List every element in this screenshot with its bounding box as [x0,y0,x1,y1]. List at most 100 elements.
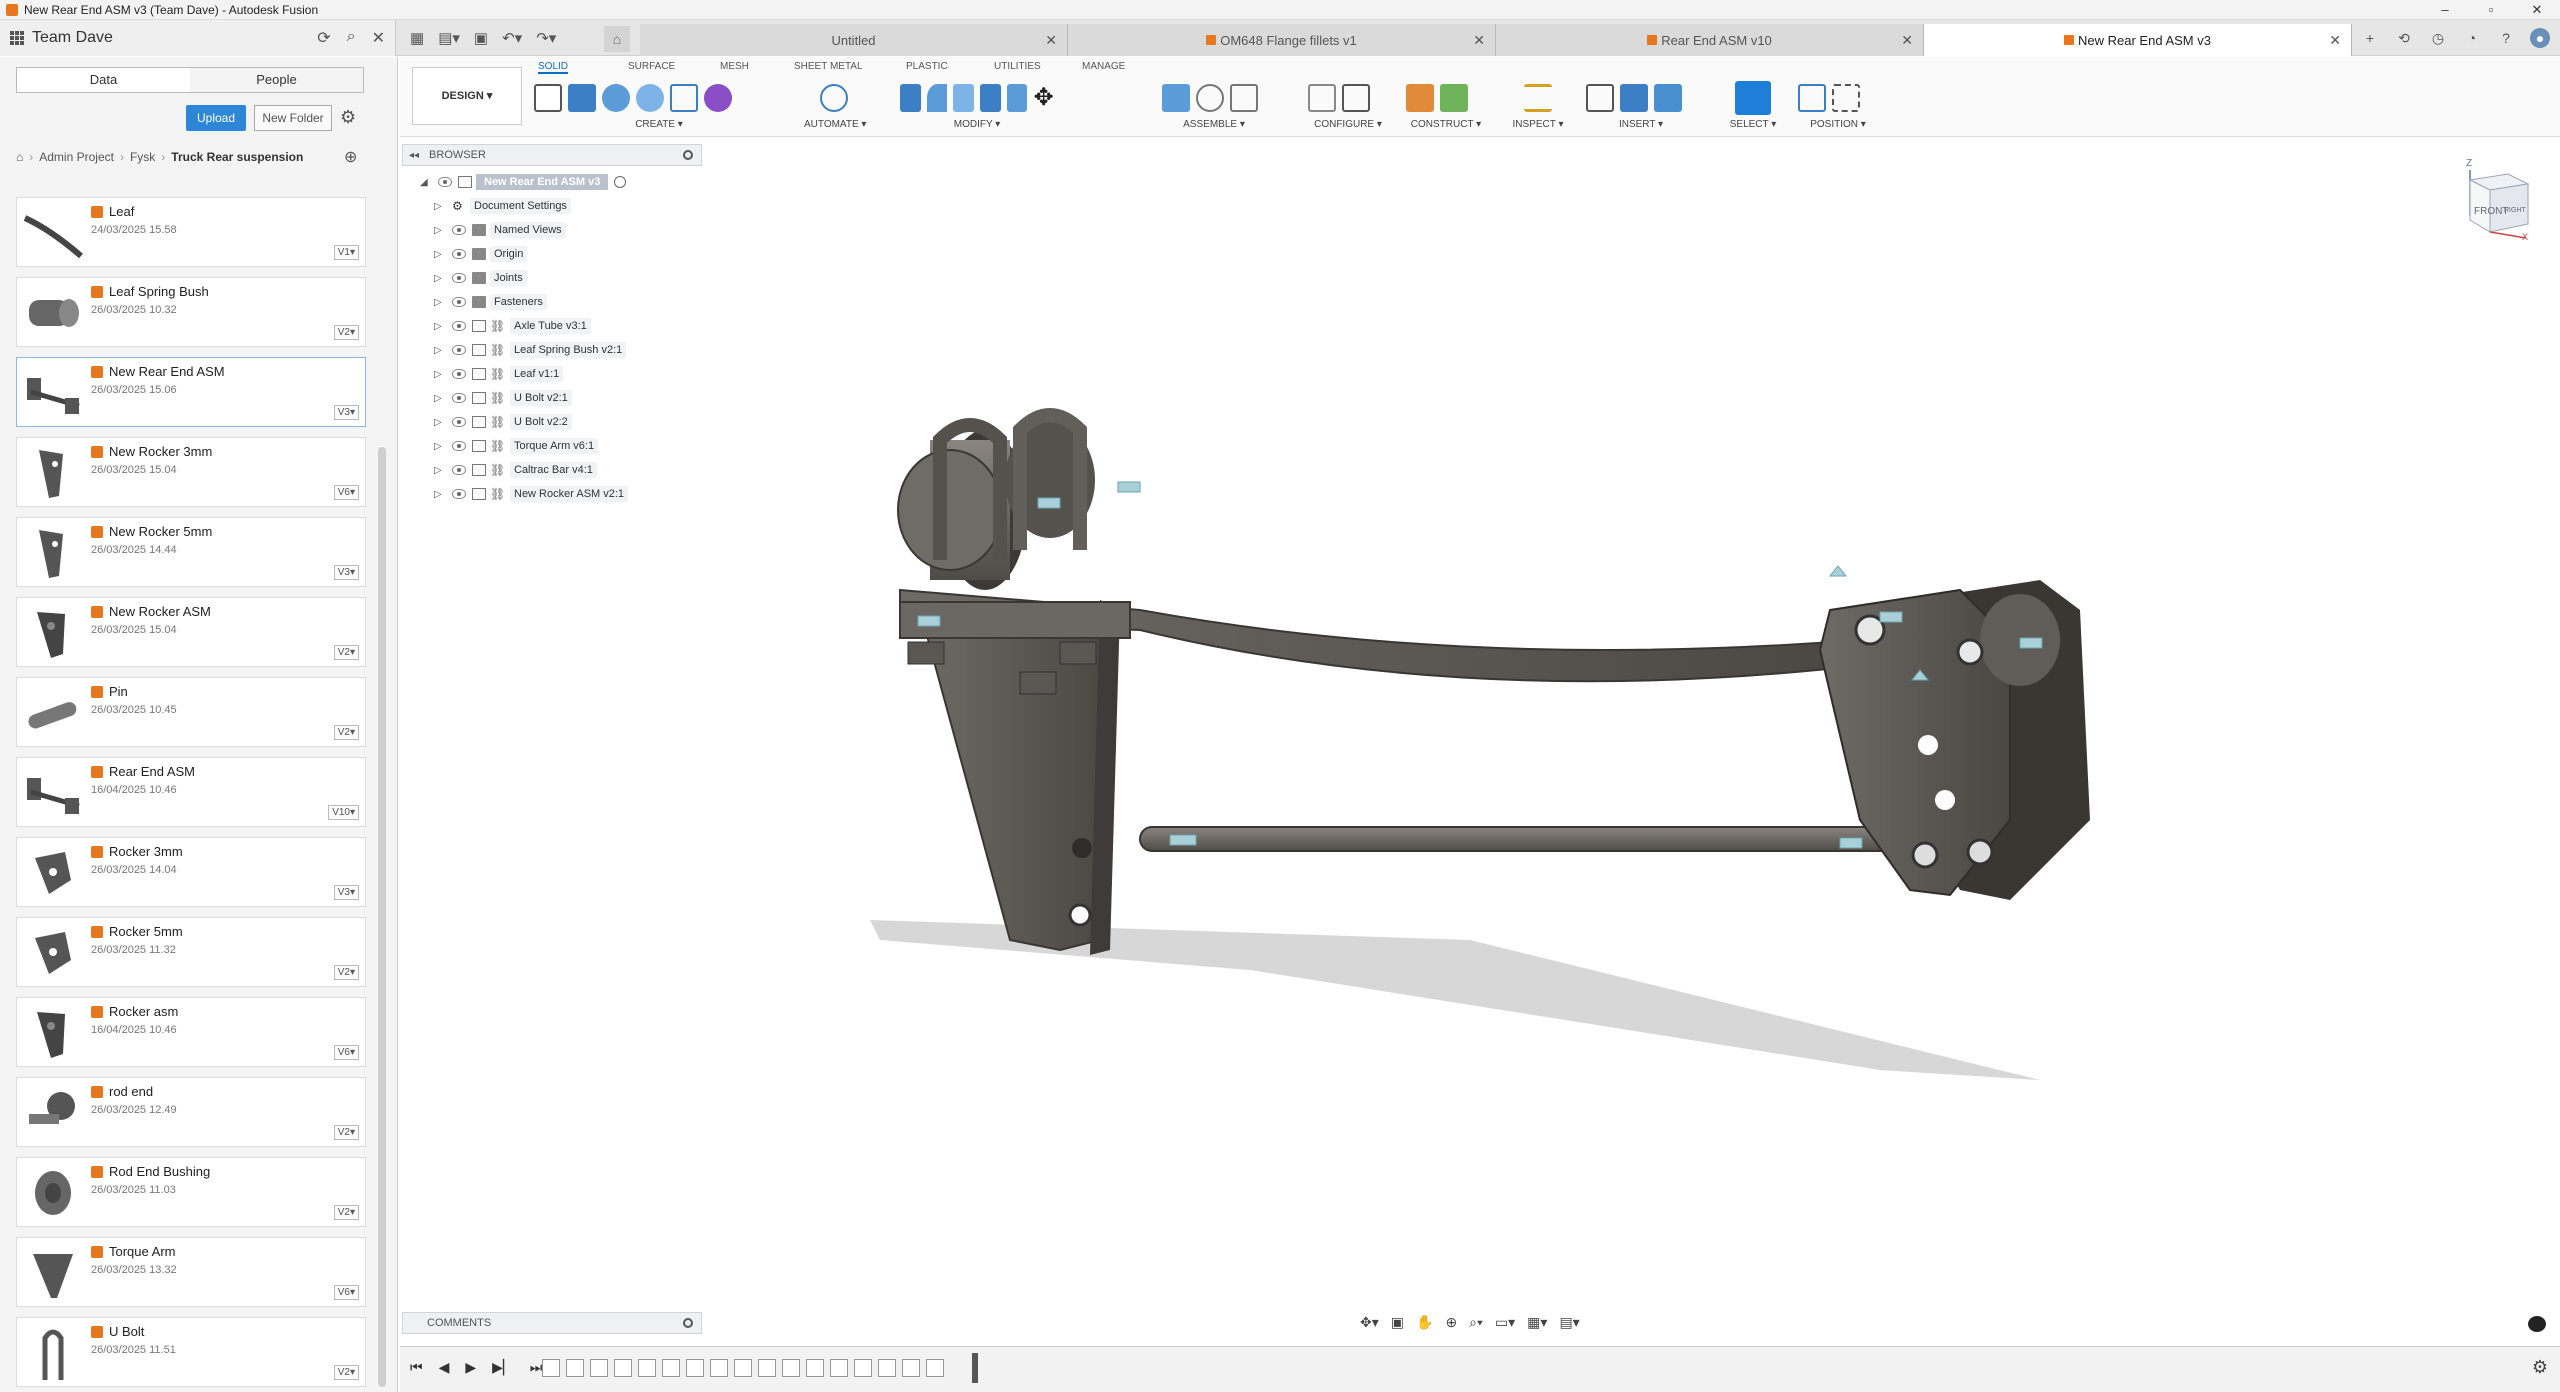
visibility-eye-icon[interactable] [452,465,466,475]
tab-rear-end-asm[interactable]: Rear End ASM v10 ✕ [1496,24,1924,56]
redo-icon[interactable]: ↷▾ [536,29,556,47]
file-card[interactable]: Rod End Bushing 26/03/2025 11.03 V2▾ [16,1157,366,1227]
maximize-button[interactable]: ▫ [2468,0,2514,20]
version-dropdown[interactable]: V3▾ [333,565,359,580]
create-sketch-icon[interactable] [534,84,562,112]
share-icon[interactable]: ⊕ [344,147,357,167]
workspace-switcher[interactable]: DESIGN ▾ [412,67,522,125]
shell-icon[interactable] [1006,84,1028,112]
canvas-image-icon[interactable] [1654,84,1682,112]
file-card[interactable]: New Rocker ASM 26/03/2025 15.04 V2▾ [16,597,366,667]
configure-menu[interactable]: CONFIGURE ▾ [1308,119,1388,130]
expand-caret-icon[interactable]: ▷ [434,465,446,476]
upload-button[interactable]: Upload [186,105,246,131]
activate-radio-icon[interactable] [614,176,627,188]
tab-new-rear-end-asm[interactable]: New Rear End ASM v3 ✕ [1924,24,2352,56]
expand-caret-icon[interactable]: ▷ [434,345,446,356]
version-dropdown[interactable]: V2▾ [333,965,359,980]
insert-derive-icon[interactable] [1586,84,1614,112]
pan-icon[interactable]: ✋ [1416,1314,1433,1331]
file-card[interactable]: rod end 26/03/2025 12.49 V2▾ [16,1077,366,1147]
version-dropdown[interactable]: V6▾ [333,1285,359,1300]
expand-caret-icon[interactable]: ▷ [434,417,446,428]
tree-node[interactable]: ▷ ⛓ Axle Tube v3:1 [434,314,720,338]
timeline-step[interactable] [902,1359,920,1377]
midplane-icon[interactable] [1440,84,1468,112]
visibility-eye-icon[interactable] [452,369,466,379]
close-tab-icon[interactable]: ✕ [1473,32,1485,49]
expand-caret-icon[interactable]: ▷ [434,225,446,236]
modify-menu[interactable]: MODIFY ▾ [900,119,1054,130]
undo-icon[interactable]: ↶▾ [502,29,522,47]
visibility-eye-icon[interactable] [452,273,466,283]
insert-mesh-icon[interactable] [1620,84,1648,112]
tree-node[interactable]: ▷ Joints [434,266,720,290]
timeline-step[interactable] [830,1359,848,1377]
construct-menu[interactable]: CONSTRUCT ▾ [1406,119,1486,130]
expand-caret-icon[interactable]: ▷ [434,369,446,380]
visibility-eye-icon[interactable] [452,321,466,331]
tab-manage[interactable]: MANAGE [1082,61,1125,72]
visibility-eye-icon[interactable] [452,345,466,355]
file-card[interactable]: Rocker 3mm 26/03/2025 14.04 V3▾ [16,837,366,907]
tree-node[interactable]: ▷ ⛓ U Bolt v2:2 [434,410,720,434]
file-menu-icon[interactable]: ▤▾ [438,29,460,47]
tab-surface[interactable]: SURFACE [628,61,675,72]
tab-plastic[interactable]: PLASTIC [906,61,948,72]
play-icon[interactable]: ▶ [465,1359,476,1376]
expand-caret-icon[interactable]: ▷ [434,201,446,212]
pin-comments-icon[interactable] [683,1318,693,1328]
version-dropdown[interactable]: V2▾ [333,645,359,660]
select-menu[interactable]: SELECT ▾ [1726,119,1780,130]
close-tab-icon[interactable]: ✕ [2329,32,2341,49]
view-cube-right[interactable]: RIGHT [2504,207,2527,214]
timeline-step[interactable] [878,1359,896,1377]
expand-caret-icon[interactable]: ▷ [434,297,446,308]
new-component-icon[interactable] [1162,84,1190,112]
timeline-step[interactable] [662,1359,680,1377]
file-card[interactable]: New Rocker 5mm 26/03/2025 14.44 V3▾ [16,517,366,587]
file-card[interactable]: Rocker 5mm 26/03/2025 11.32 V2▾ [16,917,366,987]
visibility-eye-icon[interactable] [452,225,466,235]
automate-icon[interactable] [820,84,848,112]
expand-caret-icon[interactable]: ▷ [434,489,446,500]
timeline-step[interactable] [758,1359,776,1377]
tree-node[interactable]: ▷ ⛓ New Rocker ASM v2:1 [434,482,720,506]
timeline-step[interactable] [854,1359,872,1377]
version-dropdown[interactable]: V3▾ [333,405,359,420]
home-tab-icon[interactable]: ⌂ [604,26,630,52]
help-icon[interactable]: ? [2496,28,2516,48]
visibility-eye-icon[interactable] [452,489,466,499]
orbit-icon[interactable]: ✥▾ [1360,1314,1379,1331]
file-card[interactable]: Torque Arm 26/03/2025 13.32 V6▾ [16,1237,366,1307]
file-card[interactable]: Rocker asm 16/04/2025 10.46 V6▾ [16,997,366,1067]
file-card[interactable]: U Bolt 26/03/2025 11.51 V2▾ [16,1317,366,1387]
offset-plane-icon[interactable] [1406,84,1434,112]
pin-panel-icon[interactable] [683,150,693,160]
tree-node[interactable]: ▷ ⛓ U Bolt v2:1 [434,386,720,410]
tab-data[interactable]: Data [17,68,190,92]
go-to-end-icon[interactable]: ⏭ [530,1359,543,1376]
zoom-icon[interactable]: ⊕ [1445,1314,1457,1331]
close-tab-icon[interactable]: ✕ [1045,32,1057,49]
expand-caret-icon[interactable]: ▷ [434,249,446,260]
timeline-step[interactable] [710,1359,728,1377]
timeline-step[interactable] [686,1359,704,1377]
version-dropdown[interactable]: V10▾ [328,805,359,820]
tree-node[interactable]: ▷ Origin [434,242,720,266]
visibility-eye-icon[interactable] [452,417,466,427]
extensions-icon[interactable]: ⟲ [2394,28,2414,48]
version-dropdown[interactable]: V2▾ [333,1205,359,1220]
insert-menu[interactable]: INSERT ▾ [1586,119,1696,130]
combine-icon[interactable] [980,84,1001,112]
bill-of-materials-icon[interactable] [1230,84,1258,112]
home-icon[interactable]: ⌂ [16,150,23,164]
step-forward-icon[interactable]: ▶▏ [492,1359,514,1376]
file-card[interactable]: Rear End ASM 16/04/2025 10.46 V10▾ [16,757,366,827]
hole-icon[interactable] [636,84,664,112]
tree-node[interactable]: ▷ ⛓ Leaf v1:1 [434,362,720,386]
timeline-marker[interactable] [972,1353,978,1383]
view-cube[interactable]: Z FRONT RIGHT X [2456,156,2532,240]
timeline-step[interactable] [638,1359,656,1377]
app-grid-icon[interactable]: ▦ [410,29,424,47]
